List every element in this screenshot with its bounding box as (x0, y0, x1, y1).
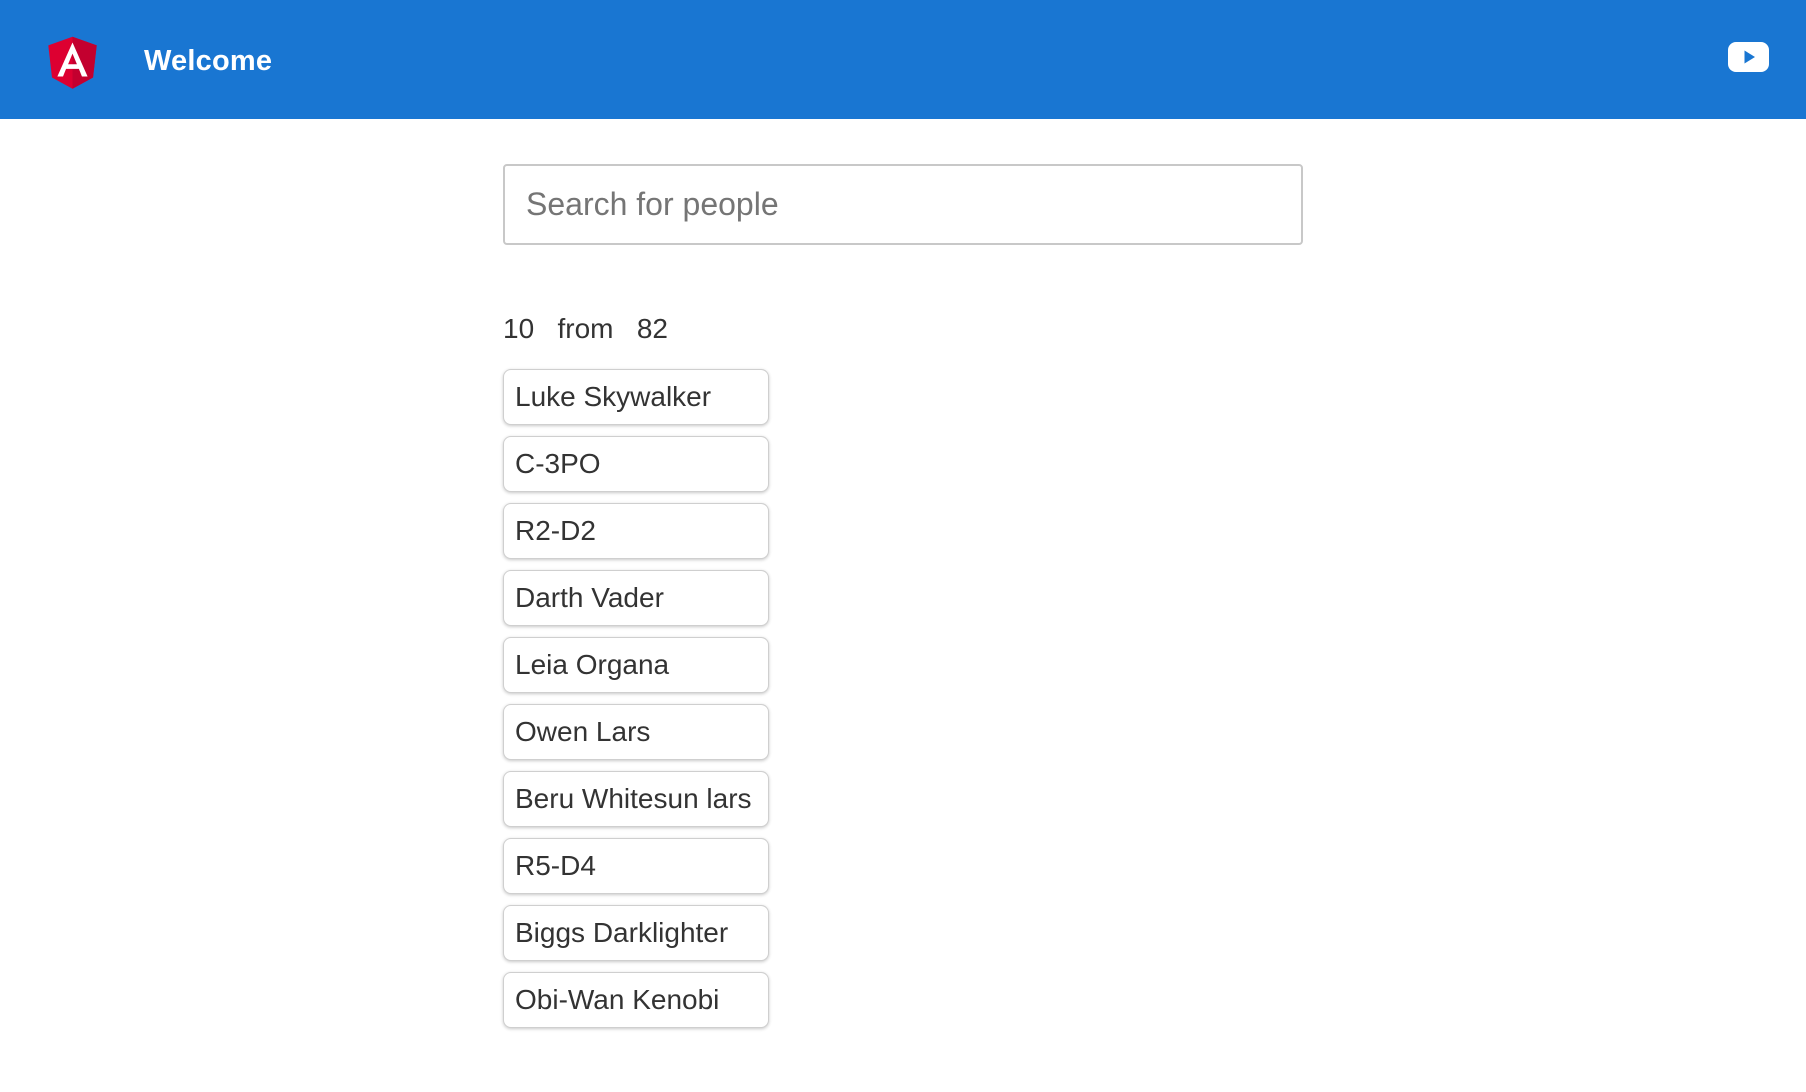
person-item[interactable]: C-3PO (503, 436, 769, 492)
person-item[interactable]: Owen Lars (503, 704, 769, 760)
results-separator: from (557, 313, 614, 344)
person-item[interactable]: Darth Vader (503, 570, 769, 626)
results-shown: 10 (503, 313, 535, 344)
youtube-icon (1728, 42, 1769, 72)
angular-logo-icon (48, 36, 97, 89)
results-total: 82 (636, 313, 668, 344)
app-title: Welcome (144, 45, 273, 77)
app-toolbar: Welcome (0, 0, 1806, 119)
person-item[interactable]: Leia Organa (503, 637, 769, 693)
youtube-link[interactable] (1728, 42, 1769, 72)
person-item[interactable]: R5-D4 (503, 838, 769, 894)
search-input[interactable] (503, 164, 1303, 245)
person-item[interactable]: Beru Whitesun lars (503, 771, 769, 827)
people-list: Luke Skywalker C-3PO R2-D2 Darth Vader L… (503, 369, 1303, 1028)
person-item[interactable]: Luke Skywalker (503, 369, 769, 425)
results-count: 10 from 82 (503, 313, 1303, 345)
person-item[interactable]: Biggs Darklighter (503, 905, 769, 961)
person-item[interactable]: Obi-Wan Kenobi (503, 972, 769, 1028)
person-item[interactable]: R2-D2 (503, 503, 769, 559)
main-content: 10 from 82 Luke Skywalker C-3PO R2-D2 Da… (503, 164, 1303, 1039)
